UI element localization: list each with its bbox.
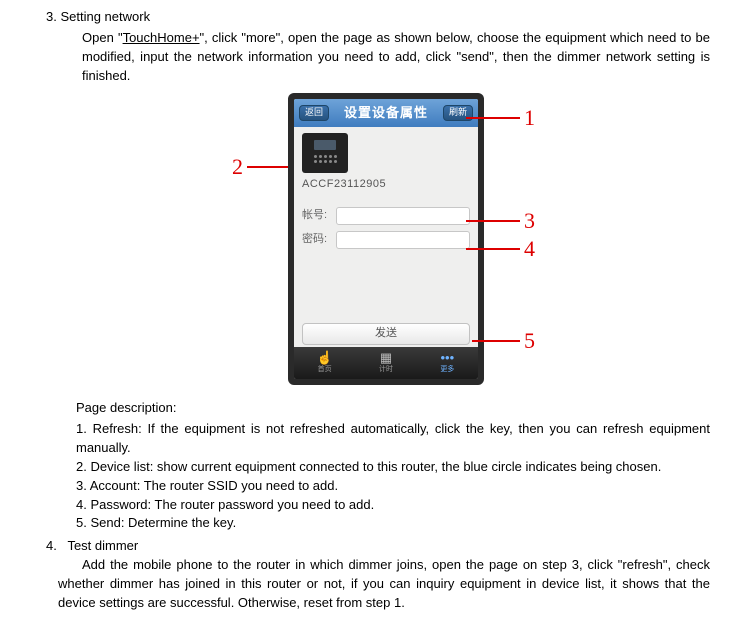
hand-icon: ☝ [317, 351, 333, 364]
send-row: 发送 [302, 323, 470, 345]
send-button[interactable]: 发送 [302, 323, 470, 345]
back-button[interactable]: 返回 [299, 105, 329, 121]
password-row: 密码: [302, 231, 470, 249]
page-description-title: Page description: [76, 399, 710, 418]
callout-line [247, 166, 289, 168]
section4-paragraph: Add the mobile phone to the router in wh… [58, 556, 710, 613]
callout-line [466, 248, 520, 250]
more-icon: ••• [440, 351, 454, 364]
account-input[interactable] [336, 207, 470, 225]
desc-item-5: 5. Send: Determine the key. [76, 514, 710, 533]
account-row: 帐号: [302, 207, 470, 225]
calendar-icon: ▦ [380, 351, 392, 364]
section3-intro: Open "TouchHome+", click "more", open th… [82, 29, 710, 86]
password-label: 密码: [302, 232, 336, 248]
device-list[interactable]: ACCF23112905 [294, 127, 478, 201]
callout-5: 5 [472, 325, 535, 357]
desc-item-4: 4. Password: The router password you nee… [76, 496, 710, 515]
section4-number: 4. [46, 538, 57, 553]
title-bar: 返回 设置设备属性 刷新 [294, 99, 478, 127]
desc-item-3: 3. Account: The router SSID you need to … [76, 477, 710, 496]
device-thumbnail[interactable] [302, 133, 348, 173]
figure-phone: 2 返回 设置设备属性 刷新 ACCF23112905 帐号: 密码: [0, 93, 740, 389]
tab-more[interactable]: ••• 更多 [417, 347, 478, 379]
section4-heading: 4. Test dimmer [46, 537, 740, 556]
tab-home[interactable]: ☝ 首页 [294, 347, 355, 379]
desc-item-1: 1. Refresh: If the equipment is not refr… [76, 420, 710, 458]
callout-line [466, 117, 520, 119]
callout-line [472, 340, 520, 342]
phone-frame: 返回 设置设备属性 刷新 ACCF23112905 帐号: 密码: 发送 [288, 93, 484, 385]
callout-4: 4 [466, 233, 535, 265]
screen-title: 设置设备属性 [344, 104, 428, 123]
callout-2: 2 [232, 151, 289, 183]
callout-line [466, 220, 520, 222]
desc-item-2: 2. Device list: show current equipment c… [76, 458, 710, 477]
account-label: 帐号: [302, 208, 336, 224]
page-description: Page description: 1. Refresh: If the equ… [76, 399, 710, 533]
password-input[interactable] [336, 231, 470, 249]
section4-title-text: Test dimmer [67, 538, 138, 553]
section3-number: 3. [46, 9, 57, 24]
bottom-tab-bar: ☝ 首页 ▦ 计时 ••• 更多 [294, 347, 478, 379]
section3-title-text: Setting network [60, 9, 150, 24]
phone-screen: 返回 设置设备属性 刷新 ACCF23112905 帐号: 密码: 发送 [294, 99, 478, 379]
app-name-link: TouchHome+ [123, 30, 200, 45]
callout-1: 1 [466, 102, 535, 134]
tab-timer[interactable]: ▦ 计时 [355, 347, 416, 379]
device-id-label: ACCF23112905 [302, 177, 470, 193]
section3-heading: 3. Setting network [46, 8, 740, 27]
